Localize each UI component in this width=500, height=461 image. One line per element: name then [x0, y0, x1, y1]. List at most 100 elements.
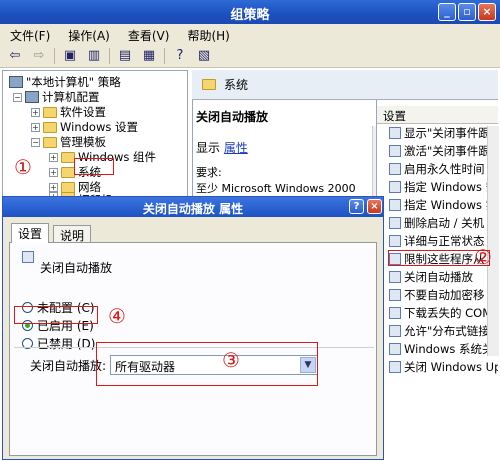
- window-titlebar: 组策略 _ ▫ ×: [0, 0, 500, 24]
- tree-item-windows-settings[interactable]: + Windows 设置: [31, 119, 138, 135]
- tree-label: 计算机配置: [42, 90, 100, 104]
- policy-setting-icon: [389, 361, 401, 373]
- setting-row[interactable]: 指定 Windows 安: [377, 178, 498, 196]
- export-list-icon[interactable]: ▦: [140, 47, 158, 65]
- forward-icon[interactable]: ⇨: [30, 47, 48, 65]
- policy-setting-icon: [389, 217, 401, 229]
- setting-row[interactable]: Windows 系统关: [377, 340, 498, 358]
- tree-label: Windows 设置: [60, 120, 138, 134]
- setting-label: 启用永久性时间: [404, 162, 485, 176]
- up-folder-icon[interactable]: ▣: [61, 47, 79, 65]
- policy-setting-icon: [389, 343, 401, 355]
- settings-column-header[interactable]: 设置: [377, 106, 498, 124]
- collapse-icon[interactable]: −: [31, 137, 40, 147]
- setting-row[interactable]: 删除启动 / 关机: [377, 214, 498, 232]
- setting-label: 关闭自动播放: [404, 270, 473, 284]
- setting-row[interactable]: 下载丢失的 COM: [377, 304, 498, 322]
- menu-action[interactable]: 操作(A): [68, 27, 110, 44]
- setting-row[interactable]: 不要自动加密移: [377, 286, 498, 304]
- setting-label: 关闭 Windows Up: [404, 360, 498, 374]
- radio-label: 已禁用 (D): [37, 337, 96, 351]
- policy-setting-icon: [389, 199, 401, 211]
- properties-icon[interactable]: ▤: [116, 47, 134, 65]
- folder-icon: [43, 121, 57, 133]
- tree-item-root[interactable]: "本地计算机" 策略: [9, 74, 121, 90]
- tree-label: 软件设置: [60, 105, 106, 119]
- annotation-3: ③: [222, 348, 240, 372]
- annotation-1: ①: [14, 155, 32, 179]
- tree-label: 管理模板: [60, 135, 106, 149]
- dialog-title: 关闭自动播放 属性: [142, 202, 244, 216]
- folder-open-icon: [61, 166, 75, 178]
- settings-scrollbar[interactable]: [487, 126, 499, 356]
- tab-explain[interactable]: 说明: [53, 225, 92, 243]
- expand-icon[interactable]: +: [31, 107, 40, 117]
- setting-label: 指定 Windows 实: [404, 198, 498, 212]
- menu-view[interactable]: 查看(V): [128, 27, 170, 44]
- policy-setting-icon: [389, 163, 401, 175]
- combo-label: 关闭自动播放:: [30, 359, 107, 373]
- setting-row[interactable]: 显示"关闭事件跟: [377, 124, 498, 142]
- folder-icon: [43, 106, 57, 118]
- setting-row[interactable]: 启用永久性时间: [377, 160, 498, 178]
- show-tree-icon[interactable]: ▥: [85, 47, 103, 65]
- tab-settings[interactable]: 设置: [11, 223, 50, 243]
- policy-description: 关闭自动播放 显示 属性 要求: 至少 Microsoft Windows 20…: [196, 108, 374, 196]
- help-icon[interactable]: ?: [171, 47, 189, 65]
- minimize-button[interactable]: _: [438, 3, 456, 21]
- collapse-icon[interactable]: −: [13, 92, 22, 102]
- dialog-close-button[interactable]: ×: [367, 199, 382, 214]
- policy-setting-icon: [389, 181, 401, 193]
- folder-icon: [61, 151, 75, 163]
- expand-icon[interactable]: +: [49, 152, 58, 162]
- radio-disabled[interactable]: 已禁用 (D): [22, 335, 95, 352]
- tree-item-software[interactable]: + 软件设置: [31, 104, 106, 120]
- policy-setting-icon: [389, 127, 401, 139]
- setting-row[interactable]: 允许"分布式链接: [377, 322, 498, 340]
- toolbar-separator: [109, 47, 110, 64]
- policy-setting-icon: [389, 271, 401, 283]
- policy-icon: [9, 76, 23, 88]
- dialog-help-button[interactable]: ?: [349, 199, 364, 214]
- policy-setting-icon: [389, 289, 401, 301]
- expand-icon[interactable]: +: [31, 122, 40, 132]
- highlight-drive-select: [96, 342, 318, 386]
- computer-icon: [25, 91, 39, 103]
- policy-setting-icon: [389, 307, 401, 319]
- dialog-titlebar: 关闭自动播放 属性 ? ×: [3, 197, 383, 217]
- menu-bar: 文件(F) 操作(A) 查看(V) 帮助(H): [0, 24, 500, 44]
- requires-value: 至少 Microsoft Windows 2000: [196, 182, 356, 195]
- tree-item-admin-templates[interactable]: − 管理模板: [31, 134, 106, 150]
- close-button[interactable]: ×: [478, 3, 496, 21]
- folder-icon: [43, 136, 57, 148]
- setting-label: 显示"关闭事件跟: [404, 126, 490, 140]
- policy-header: 关闭自动播放: [22, 249, 112, 276]
- policy-tree: "本地计算机" 策略 − 计算机配置 + 软件设置 + Windows 设置 − 管理模…: [2, 70, 188, 200]
- setting-label: 删除启动 / 关机: [404, 216, 485, 230]
- menu-file[interactable]: 文件(F): [10, 27, 50, 44]
- highlight-enabled: [14, 306, 98, 324]
- setting-row[interactable]: 激活"关闭事件跟: [377, 142, 498, 160]
- folder-icon: [61, 181, 75, 193]
- back-icon[interactable]: ⇦: [6, 47, 24, 65]
- setting-row[interactable]: 关闭自动播放: [377, 268, 498, 286]
- policy-setting-icon: [389, 235, 401, 247]
- toolbar-separator: [164, 47, 165, 64]
- tree-item-computer-config[interactable]: − 计算机配置: [13, 89, 100, 105]
- console-icon[interactable]: ▧: [195, 47, 213, 65]
- toolbar: ⇦ ⇨ ▣ ▥ ▤ ▦ ? ▧: [0, 44, 500, 68]
- expand-icon[interactable]: +: [49, 182, 58, 192]
- setting-row[interactable]: 指定 Windows 实: [377, 196, 498, 214]
- detail-header: 系统: [192, 70, 498, 100]
- menu-help[interactable]: 帮助(H): [187, 27, 229, 44]
- requires-label: 要求:: [196, 166, 222, 179]
- properties-link[interactable]: 属性: [224, 141, 248, 155]
- expand-icon[interactable]: +: [49, 167, 58, 177]
- toolbar-separator: [54, 47, 55, 64]
- setting-label: 指定 Windows 安: [404, 180, 498, 194]
- display-label: 显示: [196, 141, 221, 155]
- setting-row[interactable]: 关闭 Windows Up: [377, 358, 498, 376]
- window-title: 组策略: [230, 8, 270, 23]
- policy-setting-icon: [389, 325, 401, 337]
- maximize-button[interactable]: ▫: [458, 3, 476, 21]
